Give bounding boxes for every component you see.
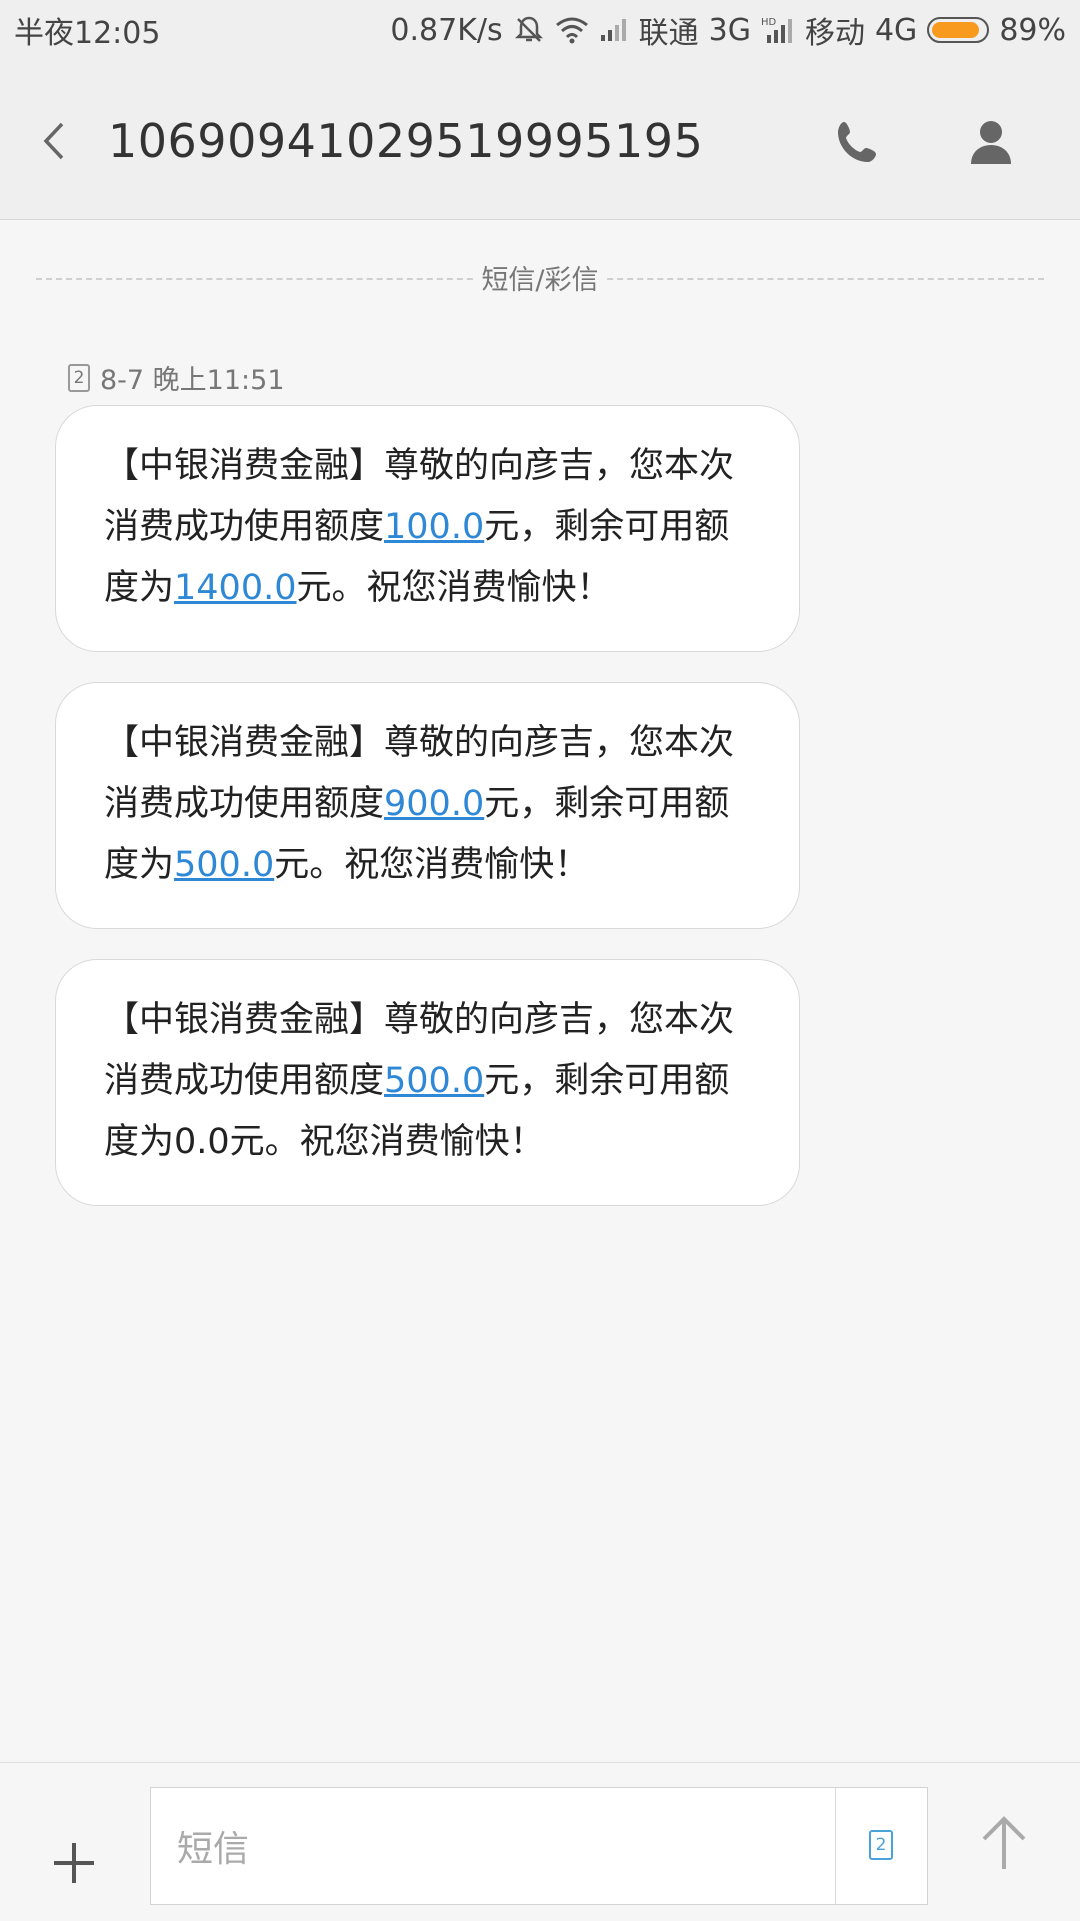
back-icon[interactable] — [36, 116, 76, 166]
sim-badge: 2 — [68, 363, 90, 392]
message-timestamp: 2 8-7 晚上11:51 — [68, 358, 285, 397]
message-bubble[interactable]: 【中银消费金融】尊敬的向彦吉，您本次消费成功使用额度900.0元，剩余可用额度为… — [55, 682, 800, 929]
battery-percent: 89% — [999, 12, 1066, 48]
signal-icon — [599, 17, 629, 43]
message-bubble[interactable]: 【中银消费金融】尊敬的向彦吉，您本次消费成功使用额度100.0元，剩余可用额度为… — [55, 405, 800, 652]
battery-fill — [932, 22, 979, 38]
amount-link[interactable]: 1400.0 — [174, 568, 296, 608]
divider-label: 短信/彩信 — [0, 258, 1080, 297]
carrier2-network: 4G — [874, 12, 918, 48]
hd-signal-icon: HD — [761, 15, 795, 45]
net-speed: 0.87K/s — [390, 12, 503, 48]
conversation-header: 10690941029519995195 — [0, 56, 1080, 220]
status-right: 0.87K/s 联通 3G HD 移动 4G 89% — [390, 8, 1066, 52]
composer-bar: 短信 2 — [0, 1762, 1080, 1921]
amount-link[interactable]: 500.0 — [384, 1061, 484, 1101]
svg-text:HD: HD — [761, 17, 777, 28]
carrier1-name: 联通 — [638, 16, 699, 51]
amount-link[interactable]: 100.0 — [384, 507, 484, 547]
status-bar: 半夜12:05 0.87K/s 联通 3G HD 移动 4G 89% — [0, 0, 1080, 56]
carrier1-network: 3G — [708, 12, 751, 48]
sim-select-icon[interactable]: 2 — [869, 1830, 893, 1860]
contact-number: 10690941029519995195 — [108, 114, 704, 168]
message-bubble[interactable]: 【中银消费金融】尊敬的向彦吉，您本次消费成功使用额度500.0元，剩余可用额度为… — [55, 959, 800, 1206]
input-separator — [835, 1788, 836, 1904]
mute-bell-icon — [513, 14, 545, 46]
add-icon[interactable] — [52, 1841, 96, 1885]
input-placeholder: 短信 — [177, 1829, 250, 1870]
timestamp-text: 8-7 晚上11:51 — [100, 365, 285, 396]
message-input[interactable]: 短信 2 — [150, 1787, 928, 1905]
carrier2-name: 移动 — [804, 16, 865, 51]
send-icon[interactable] — [980, 1815, 1028, 1871]
message-text: 元。祝您消费愉快！ — [296, 568, 612, 608]
contact-icon[interactable] — [968, 118, 1014, 166]
phone-icon[interactable] — [834, 118, 882, 166]
amount-link[interactable]: 900.0 — [384, 784, 484, 824]
amount-link[interactable]: 500.0 — [174, 845, 274, 885]
wifi-icon — [555, 16, 589, 44]
message-text: 元。祝您消费愉快！ — [274, 845, 590, 885]
status-time: 半夜12:05 — [14, 16, 161, 51]
battery-icon — [927, 17, 990, 43]
